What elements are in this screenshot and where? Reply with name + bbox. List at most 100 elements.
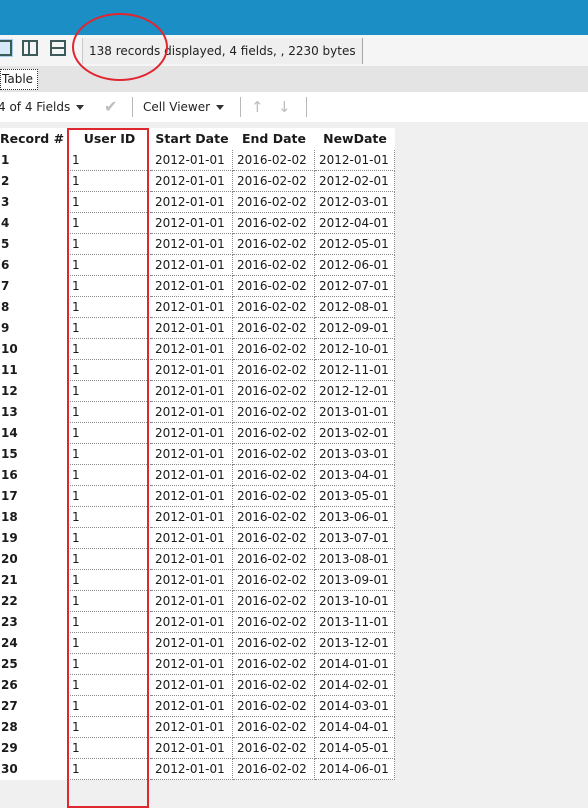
table-cell[interactable]: 2012-09-01 xyxy=(315,318,395,339)
table-cell[interactable]: 2016-02-02 xyxy=(233,654,315,675)
table-cell[interactable]: 2013-02-01 xyxy=(315,423,395,444)
single-view-icon[interactable] xyxy=(0,39,13,57)
column-header[interactable]: End Date xyxy=(233,128,315,150)
table-cell[interactable]: 2016-02-02 xyxy=(233,759,315,780)
table-cell[interactable]: 1 xyxy=(68,402,151,423)
table-cell[interactable]: 2012-10-01 xyxy=(315,339,395,360)
row-number[interactable]: 25 xyxy=(0,654,68,675)
table-cell[interactable]: 2012-01-01 xyxy=(151,696,233,717)
table-cell[interactable]: 2016-02-02 xyxy=(233,423,315,444)
table-cell[interactable]: 1 xyxy=(68,675,151,696)
row-number[interactable]: 21 xyxy=(0,570,68,591)
table-cell[interactable]: 1 xyxy=(68,297,151,318)
table-cell[interactable]: 2012-01-01 xyxy=(151,423,233,444)
table-cell[interactable]: 2012-01-01 xyxy=(151,192,233,213)
table-cell[interactable]: 2012-11-01 xyxy=(315,360,395,381)
table-cell[interactable]: 2012-01-01 xyxy=(151,549,233,570)
table-cell[interactable]: 2013-11-01 xyxy=(315,612,395,633)
table-cell[interactable]: 2016-02-02 xyxy=(233,381,315,402)
table-cell[interactable]: 2012-07-01 xyxy=(315,276,395,297)
table-cell[interactable]: 2016-02-02 xyxy=(233,612,315,633)
table-cell[interactable]: 1 xyxy=(68,570,151,591)
table-cell[interactable]: 1 xyxy=(68,591,151,612)
table-cell[interactable]: 2016-02-02 xyxy=(233,339,315,360)
table-cell[interactable]: 2012-01-01 xyxy=(151,255,233,276)
row-number[interactable]: 15 xyxy=(0,444,68,465)
table-cell[interactable]: 2014-06-01 xyxy=(315,759,395,780)
table-cell[interactable]: 2013-07-01 xyxy=(315,528,395,549)
fields-selector[interactable]: 4 of 4 Fields xyxy=(0,92,85,122)
row-number[interactable]: 17 xyxy=(0,486,68,507)
row-number[interactable]: 2 xyxy=(0,171,68,192)
table-cell[interactable]: 2012-01-01 xyxy=(151,171,233,192)
row-number[interactable]: 8 xyxy=(0,297,68,318)
table-cell[interactable]: 2016-02-02 xyxy=(233,549,315,570)
table-cell[interactable]: 2012-01-01 xyxy=(151,213,233,234)
column-header[interactable]: User ID xyxy=(68,128,151,150)
table-cell[interactable]: 2012-01-01 xyxy=(151,318,233,339)
table-cell[interactable]: 1 xyxy=(68,465,151,486)
row-number[interactable]: 5 xyxy=(0,234,68,255)
table-cell[interactable]: 2012-05-01 xyxy=(315,234,395,255)
table-cell[interactable]: 2012-01-01 xyxy=(151,528,233,549)
table-cell[interactable]: 2012-01-01 xyxy=(151,465,233,486)
table-cell[interactable]: 2012-01-01 xyxy=(151,297,233,318)
column-header[interactable]: Start Date xyxy=(151,128,233,150)
table-cell[interactable]: 2016-02-02 xyxy=(233,675,315,696)
table-cell[interactable]: 1 xyxy=(68,213,151,234)
table-cell[interactable]: 2016-02-02 xyxy=(233,507,315,528)
table-cell[interactable]: 2016-02-02 xyxy=(233,486,315,507)
table-cell[interactable]: 2016-02-02 xyxy=(233,696,315,717)
table-cell[interactable]: 2016-02-02 xyxy=(233,360,315,381)
table-cell[interactable]: 2012-03-01 xyxy=(315,192,395,213)
table-cell[interactable]: 2014-03-01 xyxy=(315,696,395,717)
table-cell[interactable]: 2012-01-01 xyxy=(151,759,233,780)
table-cell[interactable]: 2013-04-01 xyxy=(315,465,395,486)
split-horizontal-icon[interactable] xyxy=(22,40,38,56)
table-cell[interactable]: 2013-10-01 xyxy=(315,591,395,612)
table-cell[interactable]: 2013-01-01 xyxy=(315,402,395,423)
table-cell[interactable]: 2012-01-01 xyxy=(151,675,233,696)
table-cell[interactable]: 1 xyxy=(68,717,151,738)
column-header[interactable]: Record # xyxy=(0,128,68,150)
table-cell[interactable]: 2014-05-01 xyxy=(315,738,395,759)
row-number[interactable]: 9 xyxy=(0,318,68,339)
table-cell[interactable]: 1 xyxy=(68,192,151,213)
row-number[interactable]: 23 xyxy=(0,612,68,633)
table-cell[interactable]: 2013-12-01 xyxy=(315,633,395,654)
table-cell[interactable]: 2016-02-02 xyxy=(233,633,315,654)
row-number[interactable]: 29 xyxy=(0,738,68,759)
cell-viewer-dropdown[interactable]: Cell Viewer xyxy=(143,92,225,122)
table-cell[interactable]: 2013-09-01 xyxy=(315,570,395,591)
table-cell[interactable]: 2013-06-01 xyxy=(315,507,395,528)
table-cell[interactable]: 1 xyxy=(68,150,151,171)
row-number[interactable]: 13 xyxy=(0,402,68,423)
table-cell[interactable]: 2012-01-01 xyxy=(151,360,233,381)
table-cell[interactable]: 2012-01-01 xyxy=(151,570,233,591)
row-number[interactable]: 11 xyxy=(0,360,68,381)
table-cell[interactable]: 2016-02-02 xyxy=(233,318,315,339)
row-number[interactable]: 7 xyxy=(0,276,68,297)
table-cell[interactable]: 2012-01-01 xyxy=(315,150,395,171)
table-cell[interactable]: 2014-02-01 xyxy=(315,675,395,696)
row-number[interactable]: 14 xyxy=(0,423,68,444)
row-number[interactable]: 18 xyxy=(0,507,68,528)
table-cell[interactable]: 2016-02-02 xyxy=(233,192,315,213)
table-cell[interactable]: 2016-02-02 xyxy=(233,570,315,591)
table-cell[interactable]: 2016-02-02 xyxy=(233,465,315,486)
table-cell[interactable]: 1 xyxy=(68,654,151,675)
table-cell[interactable]: 1 xyxy=(68,759,151,780)
row-number[interactable]: 6 xyxy=(0,255,68,276)
table-cell[interactable]: 2012-01-01 xyxy=(151,591,233,612)
table-cell[interactable]: 2016-02-02 xyxy=(233,297,315,318)
table-cell[interactable]: 2013-05-01 xyxy=(315,486,395,507)
row-number[interactable]: 26 xyxy=(0,675,68,696)
table-cell[interactable]: 2012-01-01 xyxy=(151,507,233,528)
table-cell[interactable]: 2012-01-01 xyxy=(151,381,233,402)
table-cell[interactable]: 1 xyxy=(68,339,151,360)
table-cell[interactable]: 2012-01-01 xyxy=(151,150,233,171)
column-header[interactable]: NewDate xyxy=(315,128,395,150)
table-cell[interactable]: 1 xyxy=(68,696,151,717)
row-number[interactable]: 22 xyxy=(0,591,68,612)
table-cell[interactable]: 2012-01-01 xyxy=(151,717,233,738)
